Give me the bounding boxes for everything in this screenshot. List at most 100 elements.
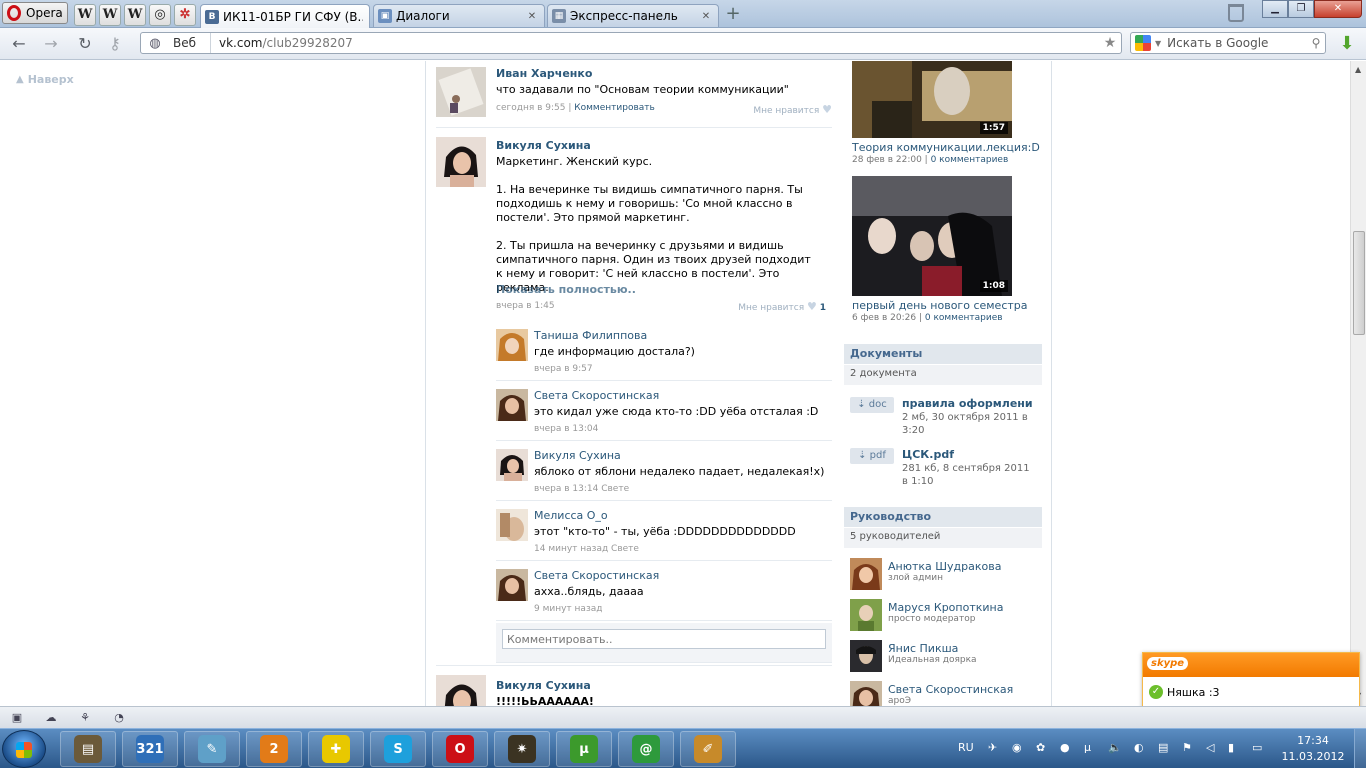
documents-count[interactable]: 2 документа — [844, 365, 1042, 385]
document-name[interactable]: правила оформлени.. — [902, 397, 1032, 410]
tray-network-icon[interactable]: ✈ — [988, 741, 997, 754]
pinned-tab-colorful[interactable]: ✲ — [174, 4, 196, 26]
comment-author[interactable]: Таниша Филиппова — [534, 329, 647, 342]
share-icon[interactable]: ⚘ — [78, 711, 92, 725]
new-tab-plus-icon[interactable]: + — [724, 5, 742, 24]
video-comments-link[interactable]: 0 комментариев — [925, 313, 1003, 323]
like-button[interactable]: Мне нравится ♥ — [753, 103, 832, 116]
taskbar-app-notepad-icon[interactable]: ✎ — [184, 731, 240, 767]
post-author[interactable]: Викуля Сухина — [496, 139, 591, 152]
comment-time[interactable]: вчера в 13:04 — [534, 424, 598, 434]
tab-vk-group[interactable]: В ИК11-01БР ГИ СФУ (В... — [200, 4, 370, 28]
video-title[interactable]: первый день нового семестра — [852, 299, 1028, 312]
system-clock[interactable]: 17:34 11.03.2012 — [1278, 733, 1348, 765]
comment-author[interactable]: Света Скоростинская — [534, 569, 659, 582]
speedometer-icon[interactable]: ◔ — [112, 711, 126, 725]
panel-toggle-icon[interactable]: ▣ — [10, 711, 24, 725]
manager-name[interactable]: Янис Пикша — [888, 642, 958, 655]
tray-utorrent-icon[interactable]: µ — [1084, 741, 1091, 754]
management-count[interactable]: 5 руководителей — [844, 528, 1042, 548]
taskbar-app-skype-icon[interactable]: S — [370, 731, 426, 767]
pinned-tab-wikipedia-3[interactable]: W — [124, 4, 146, 26]
trash-icon[interactable] — [1228, 4, 1244, 22]
post-author[interactable]: Иван Харченко — [496, 67, 592, 80]
tray-volume-icon[interactable]: ◁ — [1206, 741, 1214, 754]
avatar[interactable] — [436, 137, 486, 187]
page-scrollbar[interactable]: ▲ ▼ — [1350, 61, 1366, 706]
taskbar-app-icq-plus-icon[interactable]: ✚ — [308, 731, 364, 767]
video-thumbnail[interactable]: 1:08 — [852, 176, 1012, 296]
minimize-button[interactable]: ▁ — [1262, 0, 1288, 18]
avatar[interactable] — [496, 569, 528, 601]
tab-close-icon[interactable]: ✕ — [700, 11, 712, 22]
pinned-tab-wikipedia-1[interactable]: W — [74, 4, 96, 26]
tab-speed-dial[interactable]: ▦ Экспресс-панель ✕ — [547, 4, 719, 27]
avatar[interactable] — [436, 675, 486, 706]
taskbar-app-media-player-321-icon[interactable]: 321 — [122, 731, 178, 767]
comment-input[interactable]: Комментировать.. — [502, 629, 826, 649]
bookmark-star-icon[interactable]: ★ — [1099, 35, 1121, 51]
avatar[interactable] — [850, 558, 882, 590]
comment-time[interactable]: вчера в 13:14 Свете — [534, 484, 629, 494]
video-thumbnail[interactable]: 1:57 — [852, 61, 1012, 138]
comment-author[interactable]: Света Скоростинская — [534, 389, 659, 402]
document-type-badge[interactable]: ⇣ pdf — [850, 448, 894, 464]
avatar[interactable] — [850, 681, 882, 706]
tray-flag-icon[interactable]: ⚑ — [1182, 741, 1192, 754]
back-arrow-icon[interactable]: ← — [8, 34, 30, 54]
manager-name[interactable]: Света Скоростинская — [888, 683, 1013, 696]
taskbar-app-qip-icon[interactable]: 2 — [246, 731, 302, 767]
taskbar-app-paint-icon[interactable]: ✐ — [680, 731, 736, 767]
start-button[interactable] — [2, 730, 46, 768]
search-icon[interactable]: ⚲ — [1307, 36, 1325, 50]
tab-close-icon[interactable]: ✕ — [526, 11, 538, 22]
pinned-tab-wikipedia-2[interactable]: W — [99, 4, 121, 26]
key-icon[interactable]: ⚷ — [104, 34, 126, 54]
opera-menu-button[interactable]: Opera — [2, 2, 68, 24]
avatar[interactable] — [850, 599, 882, 631]
forward-arrow-icon[interactable]: → — [40, 34, 62, 54]
back-to-top-link[interactable]: ▲ Наверх — [16, 73, 74, 86]
comment-time[interactable]: вчера в 9:57 — [534, 364, 593, 374]
comment-link[interactable]: Комментировать — [574, 103, 655, 113]
show-desktop-button[interactable] — [1354, 729, 1366, 768]
taskbar-app-compass-star-icon[interactable]: ✷ — [494, 731, 550, 767]
scroll-up-arrow-icon[interactable]: ▲ — [1355, 65, 1361, 74]
post-author[interactable]: Викуля Сухина — [496, 679, 591, 692]
tab-dialogs[interactable]: ▣ Диалоги ✕ — [373, 4, 545, 27]
tray-battery-icon[interactable]: ▭ — [1252, 741, 1262, 754]
tray-eye-icon[interactable]: ◉ — [1012, 741, 1022, 754]
comment-author[interactable]: Мелисса О_о — [534, 509, 608, 522]
taskbar-app-utorrent-icon[interactable]: µ — [556, 731, 612, 767]
scrollbar-thumb[interactable] — [1353, 231, 1365, 335]
search-input[interactable]: ▼ Искать в Google ⚲ — [1130, 32, 1326, 54]
comment-time[interactable]: 14 минут назад Свете — [534, 544, 639, 554]
document-name[interactable]: ЦСК.pdf — [902, 448, 1032, 461]
tray-chat-icon[interactable]: ● — [1060, 741, 1070, 754]
avatar[interactable] — [850, 640, 882, 672]
avatar[interactable] — [496, 449, 528, 481]
show-full-link[interactable]: Показать полностью.. — [496, 283, 636, 296]
comment-author[interactable]: Викуля Сухина — [534, 449, 621, 462]
tray-app-icon[interactable]: ✿ — [1036, 741, 1045, 754]
pinned-tab-camera[interactable]: ◎ — [149, 4, 171, 26]
comment-time[interactable]: 9 минут назад — [534, 604, 602, 614]
taskbar-app-opera-icon[interactable]: O — [432, 731, 488, 767]
avatar[interactable] — [496, 509, 528, 541]
language-indicator[interactable]: RU — [958, 741, 974, 754]
taskbar-app-mail-agent-icon[interactable]: @ — [618, 731, 674, 767]
address-input[interactable]: ◍ Веб vk.com /club29928207 ★ — [140, 32, 1122, 54]
avatar[interactable] — [496, 389, 528, 421]
download-arrow-icon[interactable]: ⬇ — [1338, 34, 1356, 54]
close-window-button[interactable]: ✕ — [1314, 0, 1362, 18]
tray-app2-icon[interactable]: ◐ — [1134, 741, 1144, 754]
post-time[interactable]: сегодня в 9:55 — [496, 103, 565, 113]
taskbar-app-film-strip-icon[interactable]: ▤ — [60, 731, 116, 767]
tray-signal-icon[interactable]: ▮ — [1228, 741, 1234, 754]
tray-speaker-icon[interactable]: 🔈 — [1108, 741, 1122, 754]
manager-name[interactable]: Анютка Шудракова — [888, 560, 1001, 573]
document-type-badge[interactable]: ⇣ doc — [850, 397, 894, 413]
manager-name[interactable]: Маруся Кропоткина — [888, 601, 1003, 614]
management-header[interactable]: Руководство — [844, 507, 1042, 527]
avatar[interactable] — [496, 329, 528, 361]
